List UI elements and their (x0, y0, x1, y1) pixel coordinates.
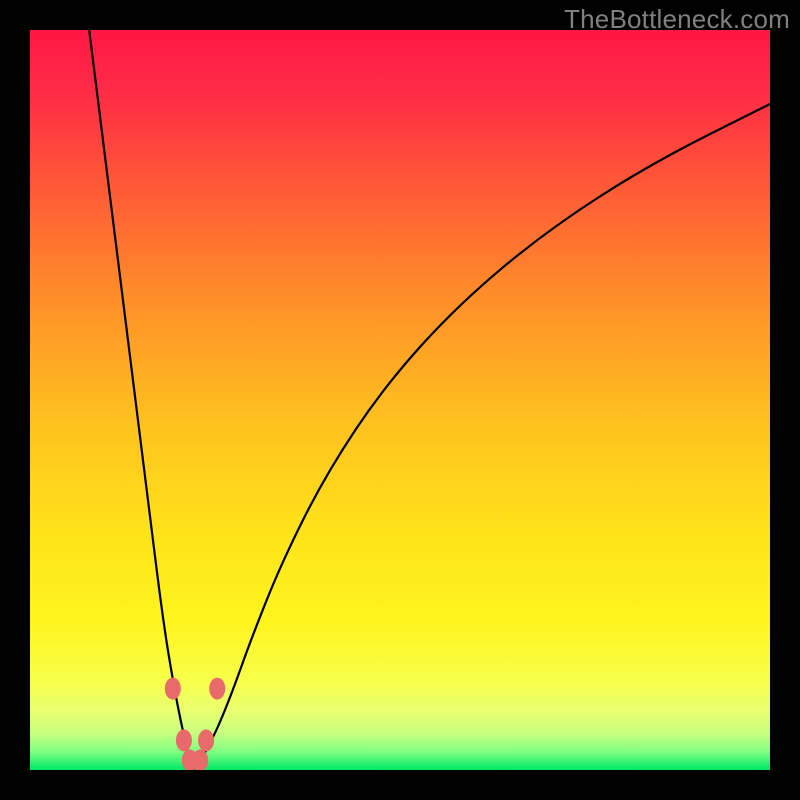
watermark-text: TheBottleneck.com (564, 4, 790, 35)
chart-frame: TheBottleneck.com (0, 0, 800, 800)
background-gradient (30, 30, 770, 770)
plot-area (30, 30, 770, 770)
